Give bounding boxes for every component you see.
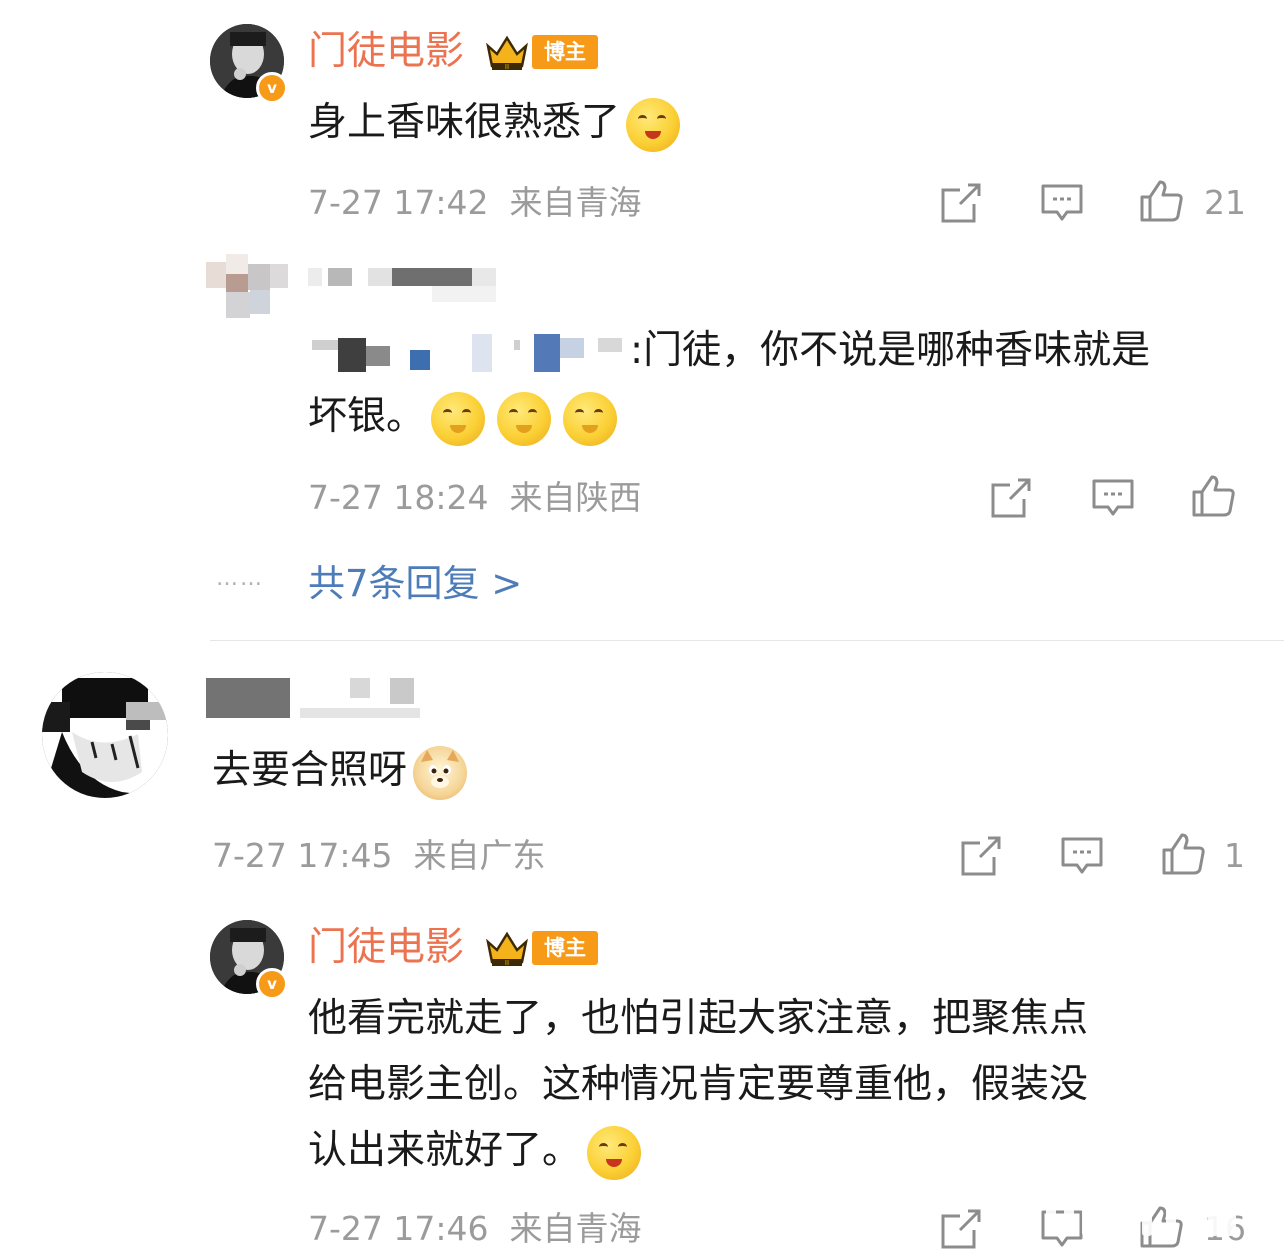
blurred-mention: [308, 332, 630, 378]
comment-text-line2: 坏银。: [308, 384, 618, 450]
blurred-username: [204, 676, 424, 720]
comment-text: 身上香味很熟悉了: [308, 90, 681, 156]
comment-time: 7-27 18:24 来自陕西: [308, 478, 642, 517]
blogger-badge: 博主: [532, 35, 598, 69]
dots-separator: ……: [216, 566, 264, 591]
svg-text:II: II: [505, 959, 509, 967]
share-icon[interactable]: [938, 1206, 984, 1252]
like-count: 1: [1224, 836, 1245, 875]
svg-text:II: II: [505, 63, 509, 71]
blurred-avatar[interactable]: [206, 254, 288, 326]
blogger-badge: 博主: [532, 931, 598, 965]
watermelon-emoji-icon: [626, 97, 681, 152]
verified-icon: v: [256, 72, 288, 104]
share-icon[interactable]: [938, 180, 984, 226]
blush-emoji-icon: [431, 391, 486, 446]
doge-emoji-icon: [413, 745, 468, 800]
comment-time: 7-27 17:46 来自青海: [308, 1209, 642, 1248]
like-icon[interactable]: [1138, 178, 1184, 224]
comment-text-line1: :门徒，你不说是哪种香味就是: [308, 318, 1150, 384]
blurred-username: [306, 266, 526, 306]
like-icon[interactable]: [1160, 831, 1206, 877]
share-icon[interactable]: [988, 475, 1034, 521]
blush-emoji-icon: [497, 391, 552, 446]
like-icon[interactable]: [1190, 473, 1236, 519]
share-icon[interactable]: [958, 833, 1004, 879]
comment-text: 去要合照呀: [212, 738, 468, 804]
crown-icon: II: [486, 931, 528, 967]
crown-icon: II: [486, 35, 528, 71]
comment-text-line3: 认出来就好了。: [308, 1118, 642, 1184]
blush-emoji-icon: [563, 391, 618, 446]
comment-icon[interactable]: [1059, 833, 1105, 879]
watermark: [1028, 1194, 1278, 1236]
commenter-avatar[interactable]: [42, 672, 168, 798]
author-name[interactable]: 门徒电影: [308, 928, 464, 967]
comment-icon[interactable]: [1090, 475, 1136, 521]
comment-time: 7-27 17:42 来自青海: [308, 183, 642, 222]
more-replies-link[interactable]: 共7条回复 >: [308, 565, 522, 602]
watermelon-emoji-icon: [587, 1125, 642, 1180]
comment-time: 7-27 17:45 来自广东: [212, 836, 546, 875]
comment-text-line2: 给电影主创。这种情况肯定要尊重他，假装没: [308, 1062, 1089, 1107]
author-name[interactable]: 门徒电影: [308, 32, 464, 71]
like-count: 21: [1204, 183, 1246, 222]
divider: [210, 640, 1284, 641]
comment-icon[interactable]: [1039, 180, 1085, 226]
comment-text-line1: 他看完就走了，也怕引起大家注意，把聚焦点: [308, 996, 1089, 1041]
verified-icon: v: [256, 968, 288, 1000]
